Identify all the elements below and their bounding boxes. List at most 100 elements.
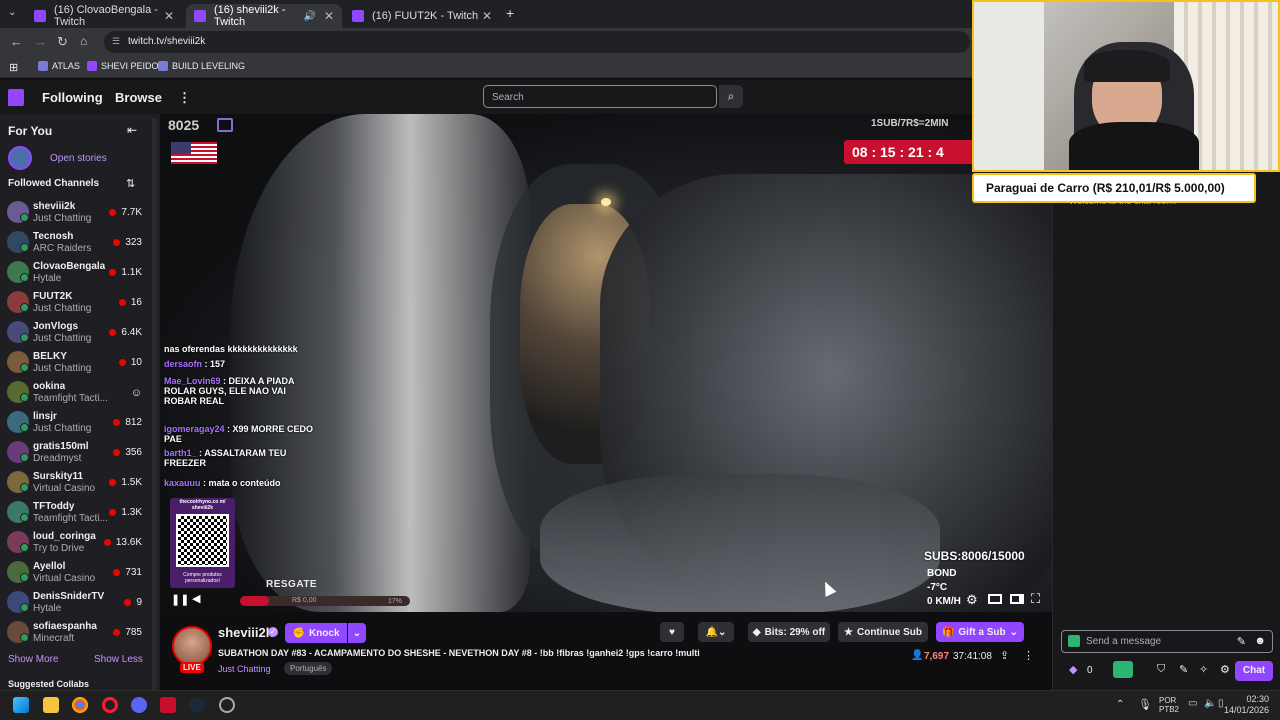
open-stories-link[interactable]: Open stories bbox=[50, 153, 107, 164]
sidebar-channel-item[interactable]: JonVlogs Just Chatting 6.4K bbox=[0, 318, 150, 348]
sidebar-channel-item[interactable]: Tecnosh ARC Raiders 323 bbox=[0, 228, 150, 258]
more-options-icon[interactable]: ⋮ bbox=[1023, 649, 1034, 662]
volume-tray-icon[interactable]: 🔈 bbox=[1204, 698, 1216, 709]
file-explorer-icon[interactable] bbox=[43, 697, 59, 713]
emote-picker-icon[interactable]: ✎ bbox=[1237, 635, 1246, 648]
channel-name: sofiaespanha bbox=[33, 621, 97, 632]
back-icon[interactable]: ← bbox=[10, 34, 23, 49]
sidebar-channel-item[interactable]: loud_coringa Try to Drive 13.6K bbox=[0, 528, 150, 558]
sidebar-channel-item[interactable]: Surskity11 Virtual Casino 1.5K bbox=[0, 468, 150, 498]
reload-icon[interactable]: ↻ bbox=[57, 34, 68, 50]
tab-clovaobengala[interactable]: (16) ClovaoBengala - Twitch ✕ bbox=[26, 4, 182, 28]
search-icon[interactable]: ⌕ bbox=[719, 85, 743, 108]
follow-heart-icon[interactable]: ♥ bbox=[660, 622, 684, 642]
notifications-bell-icon[interactable]: 🔔⌄ bbox=[698, 622, 734, 642]
pencil-icon[interactable]: ✎ bbox=[1179, 663, 1188, 676]
sidebar-channel-item[interactable]: ClovaoBengala Hytale 1.1K bbox=[0, 258, 150, 288]
opera-gx-icon[interactable] bbox=[102, 697, 118, 713]
bits-button[interactable]: ◆ Bits: 29% off bbox=[748, 622, 830, 642]
search-input[interactable]: Search bbox=[483, 85, 717, 108]
sidebar-channel-item[interactable]: Ayellol Virtual Casino 731 bbox=[0, 558, 150, 588]
language-tag[interactable]: Português bbox=[284, 662, 333, 675]
channel-name[interactable]: sheviii2k bbox=[218, 625, 273, 640]
knock-dropdown-icon[interactable]: ⌄ bbox=[348, 623, 366, 643]
tab-close-icon[interactable]: ✕ bbox=[482, 9, 492, 23]
sidebar-channel-item[interactable]: BELKY Just Chatting 10 bbox=[0, 348, 150, 378]
bookmark-shevi-peido[interactable]: SHEVI PEIDO bbox=[87, 61, 159, 71]
steam-icon[interactable] bbox=[189, 697, 205, 713]
sort-icon[interactable]: ⇅ bbox=[126, 177, 135, 190]
home-icon[interactable]: ⌂ bbox=[80, 34, 87, 48]
sidebar-channel-item[interactable]: sofiaespanha Minecraft 785 bbox=[0, 618, 150, 648]
pause-icon[interactable]: ❚❚ bbox=[171, 593, 189, 606]
bookmark-atlas[interactable]: ATLAS bbox=[38, 61, 80, 71]
nav-following[interactable]: Following bbox=[42, 90, 103, 105]
knock-label: Knock bbox=[308, 627, 340, 639]
theatre-mode-icon[interactable] bbox=[988, 594, 1002, 604]
share-icon[interactable]: ⇪ bbox=[1000, 649, 1009, 662]
channel-avatar[interactable] bbox=[172, 626, 212, 666]
collapse-sidebar-icon[interactable]: ⇤ bbox=[127, 123, 137, 137]
volume-icon[interactable]: ◀ bbox=[192, 592, 200, 605]
mod-shield-icon[interactable]: ⛉ bbox=[1157, 663, 1165, 676]
continue-sub-button[interactable]: ★ Continue Sub bbox=[838, 622, 928, 642]
stories-avatar[interactable] bbox=[8, 146, 32, 170]
tab-close-icon[interactable]: ✕ bbox=[164, 9, 174, 23]
settings-app-icon[interactable] bbox=[219, 697, 235, 713]
forward-icon[interactable]: → bbox=[34, 34, 47, 49]
nav-browse[interactable]: Browse bbox=[115, 90, 162, 105]
viewers-icon: 👤 bbox=[911, 650, 924, 661]
prediction-icon[interactable] bbox=[1113, 661, 1133, 678]
bookmark-build-leveling[interactable]: BUILD LEVELING bbox=[158, 61, 245, 71]
show-less-link[interactable]: Show Less bbox=[94, 654, 143, 665]
discord-icon[interactable] bbox=[131, 697, 147, 713]
battery-icon[interactable]: ▯ bbox=[1218, 698, 1224, 709]
webcam-shirt bbox=[1069, 122, 1199, 170]
speaker-icon[interactable]: 🔊 bbox=[303, 11, 315, 22]
network-icon[interactable]: ▭ bbox=[1188, 698, 1197, 709]
sidebar-channel-item[interactable]: DenisSniderTV Hytale 9 bbox=[0, 588, 150, 618]
sidebar-channel-item[interactable]: sheviii2k Just Chatting 7.7K bbox=[0, 198, 150, 228]
chat-message-input[interactable]: Send a message ✎ ☻ bbox=[1061, 630, 1273, 653]
apps-grid-icon[interactable]: ⊞ bbox=[9, 61, 18, 74]
language-indicator[interactable]: POR PTB2 bbox=[1159, 696, 1179, 714]
tab-close-icon[interactable]: ✕ bbox=[324, 9, 334, 23]
url-field[interactable]: ☰ twitch.tv/sheviii2k bbox=[104, 31, 970, 53]
chrome-icon[interactable] bbox=[72, 697, 88, 713]
wand-icon[interactable]: ✧ bbox=[1199, 663, 1208, 676]
sidebar-channel-item[interactable]: gratis150ml Dreadmyst 356 bbox=[0, 438, 150, 468]
live-indicator-icon bbox=[20, 213, 29, 222]
sidebar-channel-item[interactable]: FUUT2K Just Chatting 16 bbox=[0, 288, 150, 318]
clock[interactable]: 02:30 14/01/2026 bbox=[1224, 694, 1269, 716]
video-player[interactable]: 8025 1SUB/7R$=2MIN 08 : 15 : 21 : 4 nas … bbox=[160, 114, 1052, 612]
follower-counter: 8025 bbox=[168, 117, 200, 133]
twitch-logo-icon[interactable] bbox=[8, 89, 24, 106]
settings-gear-icon[interactable]: ⚙ bbox=[966, 592, 978, 608]
send-chat-button[interactable]: Chat bbox=[1235, 661, 1273, 681]
sidebar-scrollbar[interactable] bbox=[152, 118, 157, 690]
tray-overflow-icon[interactable]: ⌃ bbox=[1116, 699, 1124, 710]
nav-more-icon[interactable]: ⋮ bbox=[178, 90, 191, 106]
app-icon[interactable] bbox=[160, 697, 176, 713]
windows-start-icon[interactable] bbox=[13, 697, 29, 713]
microphone-icon[interactable]: 🎙 bbox=[1138, 698, 1152, 711]
channel-points-icon[interactable]: ◆ bbox=[1069, 663, 1077, 676]
site-info-icon[interactable]: ☰ bbox=[112, 36, 120, 47]
sidebar-channel-item[interactable]: ookina Teamfight Tacti... ☺ bbox=[0, 378, 150, 408]
knock-button[interactable]: ✊ Knock bbox=[285, 623, 347, 643]
new-tab-button[interactable]: + bbox=[506, 5, 514, 21]
tab-sheviii2k[interactable]: (16) sheviii2k - Twitch 🔊 ✕ bbox=[186, 4, 342, 28]
chat-settings-icon[interactable]: ⚙ bbox=[1220, 663, 1230, 676]
miniplayer-icon[interactable] bbox=[1010, 594, 1024, 604]
sidebar-channel-item[interactable]: linsjr Just Chatting 812 bbox=[0, 408, 150, 438]
gift-sub-button[interactable]: 🎁 Gift a Sub ⌄ bbox=[936, 622, 1024, 642]
overlay-chat-message: Mae_Lovin69 : DEIXA A PIADA ROLAR GUYS, … bbox=[164, 376, 314, 406]
bits-emote-icon[interactable]: ☻ bbox=[1254, 635, 1266, 647]
viewer-count-text: 356 bbox=[125, 447, 142, 458]
show-more-link[interactable]: Show More bbox=[8, 654, 59, 665]
fullscreen-icon[interactable]: ⛶ bbox=[1031, 591, 1040, 607]
sidebar-channel-item[interactable]: TFToddy Teamfight Tacti... 1.3K bbox=[0, 498, 150, 528]
category-link[interactable]: Just Chatting bbox=[218, 664, 271, 674]
tab-fuut2k[interactable]: (16) FUUT2K - Twitch ✕ bbox=[344, 4, 500, 28]
tab-search-icon[interactable]: ⌄ bbox=[8, 7, 16, 18]
